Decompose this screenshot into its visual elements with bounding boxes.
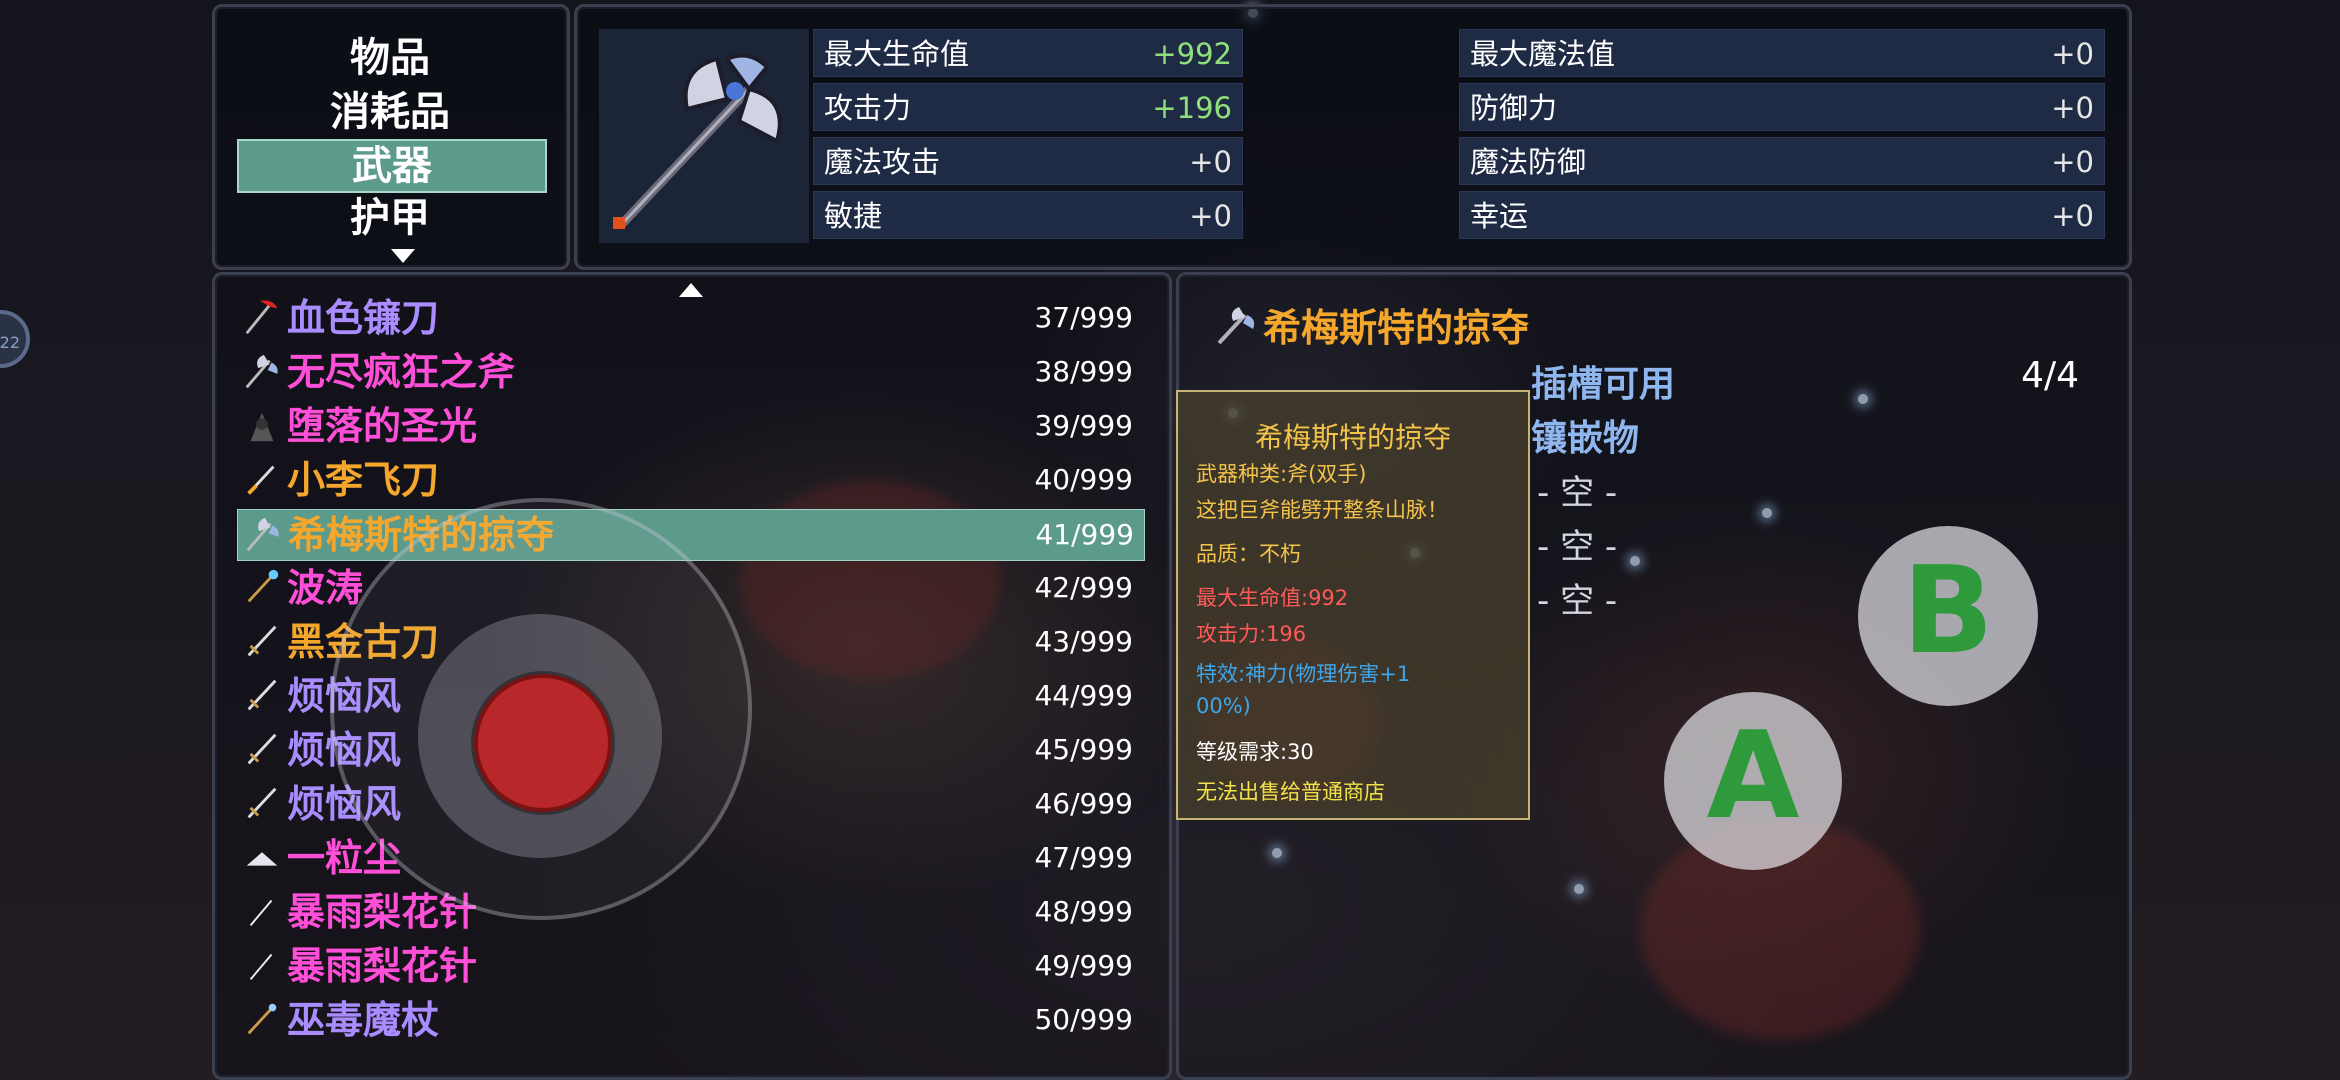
a-button[interactable]: A [1664, 692, 1842, 870]
stat-value: +196 [1152, 91, 1232, 125]
stat-value: +0 [2051, 37, 2094, 71]
item-row[interactable]: 暴雨梨花针 49/999 [237, 941, 1143, 991]
item-row[interactable]: 血色镰刀 37/999 [237, 293, 1143, 343]
item-count: 39/999 [1034, 409, 1133, 442]
stat-max-hp: 最大生命值 +992 [813, 29, 1243, 77]
item-count: 43/999 [1034, 625, 1133, 658]
stat-label: 防御力 [1470, 91, 1558, 125]
stat-label: 魔法防御 [1470, 145, 1587, 179]
tooltip-line: 无法出售给普通商店 [1196, 780, 1385, 804]
sword-icon [247, 733, 277, 765]
detail-item-name: 希梅斯特的掠夺 [1263, 306, 1530, 350]
knife-icon [247, 465, 275, 495]
category-tab-armor[interactable]: 护甲 [237, 193, 543, 243]
stat-magic-attack: 魔法攻击 +0 [813, 137, 1243, 185]
axe-icon [245, 354, 278, 389]
item-row[interactable]: 小李飞刀 40/999 [237, 455, 1143, 505]
stat-max-mp: 最大魔法值 +0 [1459, 29, 2105, 77]
equipped-weapon-preview [599, 29, 809, 243]
stat-value: +992 [1152, 37, 1232, 71]
item-count: 37/999 [1034, 301, 1133, 334]
category-panel: 物品 消耗品 武器 护甲 [212, 4, 570, 270]
item-count: 45/999 [1034, 733, 1133, 766]
item-tooltip: 希梅斯特的掠夺 武器种类:斧(双手) 这把巨斧能劈开整条山脉！ 品质：不朽最大生命值… [1176, 390, 1530, 820]
stat-agility: 敏捷 +0 [813, 191, 1243, 239]
dark-weapon-icon [250, 412, 274, 442]
item-count: 38/999 [1034, 355, 1133, 388]
inlay-slot-1[interactable]: - 空 - [1537, 465, 1617, 514]
stat-value: +0 [1189, 145, 1232, 179]
item-count: 42/999 [1034, 571, 1133, 604]
inlay-slot-3[interactable]: - 空 - [1537, 573, 1617, 622]
stat-label: 最大生命值 [824, 37, 970, 71]
tooltip-line: 攻击力:196 [1196, 622, 1307, 646]
item-name: 小李飞刀 [287, 458, 440, 502]
stat-luck: 幸运 +0 [1459, 191, 2105, 239]
item-count: 46/999 [1034, 787, 1133, 820]
needle-icon [249, 953, 273, 980]
needle-icon [249, 899, 273, 926]
category-tab-consumables[interactable]: 消耗品 [237, 87, 543, 137]
item-name: 暴雨梨花针 [287, 944, 478, 988]
item-row[interactable]: 暴雨梨花针 48/999 [237, 887, 1143, 937]
stats-panel: 最大生命值 +992 攻击力 +196 魔法攻击 +0 敏捷 +0 最大魔法值 … [574, 4, 2132, 270]
tooltip-line: 00%) [1196, 694, 1251, 718]
stat-value: +0 [1189, 199, 1232, 233]
sword-icon [247, 625, 277, 657]
axe-icon [1217, 307, 1255, 345]
virtual-joystick-knob[interactable] [474, 674, 612, 812]
item-count: 49/999 [1034, 949, 1133, 982]
item-count: 40/999 [1034, 463, 1133, 496]
tooltip-title: 希梅斯特的掠夺 [1254, 421, 1451, 454]
stat-defense: 防御力 +0 [1459, 83, 2105, 131]
tooltip-line: 等级需求:30 [1196, 740, 1314, 764]
axe-icon [613, 53, 782, 229]
stat-value: +0 [2051, 199, 2094, 233]
inlay-slot-2[interactable]: - 空 - [1537, 519, 1617, 568]
item-name: 波涛 [287, 566, 364, 610]
stat-attack: 攻击力 +196 [813, 83, 1243, 131]
item-count: 47/999 [1034, 841, 1133, 874]
category-tab-weapons[interactable]: 武器 [237, 139, 547, 193]
scroll-down-arrow-icon[interactable] [391, 249, 415, 263]
tooltip-line: 武器种类:斧(双手) [1196, 462, 1367, 486]
stat-label: 幸运 [1470, 199, 1529, 233]
axe-icon [246, 517, 279, 552]
staff-icon [247, 569, 279, 603]
item-count: 44/999 [1034, 679, 1133, 712]
scythe-icon [245, 300, 278, 335]
item-row[interactable]: 巫毒魔杖 50/999 [237, 995, 1143, 1045]
tooltip-line: 最大生命值:992 [1196, 586, 1349, 610]
stat-label: 魔法攻击 [824, 145, 941, 179]
item-name: 巫毒魔杖 [287, 998, 440, 1042]
item-count: 48/999 [1034, 895, 1133, 928]
item-row[interactable]: 希梅斯特的掠夺 41/999 [237, 509, 1145, 561]
item-name: 堕落的圣光 [287, 404, 478, 448]
inlay-label: 镶嵌物 [1531, 418, 1640, 459]
stat-label: 攻击力 [824, 91, 912, 125]
slots-available-count: 4/4 [2021, 355, 2079, 396]
item-row[interactable]: 堕落的圣光 39/999 [237, 401, 1143, 451]
item-count: 41/999 [1035, 518, 1134, 551]
dust-icon [246, 852, 278, 866]
sword-icon [247, 679, 277, 711]
b-button[interactable]: B [1858, 526, 2038, 706]
item-name: 无尽疯狂之斧 [287, 350, 516, 394]
stat-value: +0 [2051, 91, 2094, 125]
stat-value: +0 [2051, 145, 2094, 179]
slots-available-label: 插槽可用 [1531, 364, 1676, 405]
stat-label: 最大魔法值 [1470, 37, 1616, 71]
tooltip-line: 品质：不朽 [1196, 542, 1301, 566]
stat-magic-defense: 魔法防御 +0 [1459, 137, 2105, 185]
stat-label: 敏捷 [824, 199, 883, 233]
item-name: 血色镰刀 [287, 296, 440, 340]
tooltip-line: 特效:神力(物理伤害+1 [1196, 662, 1411, 686]
item-count: 50/999 [1034, 1003, 1133, 1036]
sword-icon [247, 787, 277, 819]
wand-icon [247, 1003, 277, 1035]
category-tab-items[interactable]: 物品 [237, 33, 543, 83]
item-row[interactable]: 无尽疯狂之斧 38/999 [237, 347, 1143, 397]
tooltip-line: 这把巨斧能劈开整条山脉！ [1196, 498, 1448, 522]
